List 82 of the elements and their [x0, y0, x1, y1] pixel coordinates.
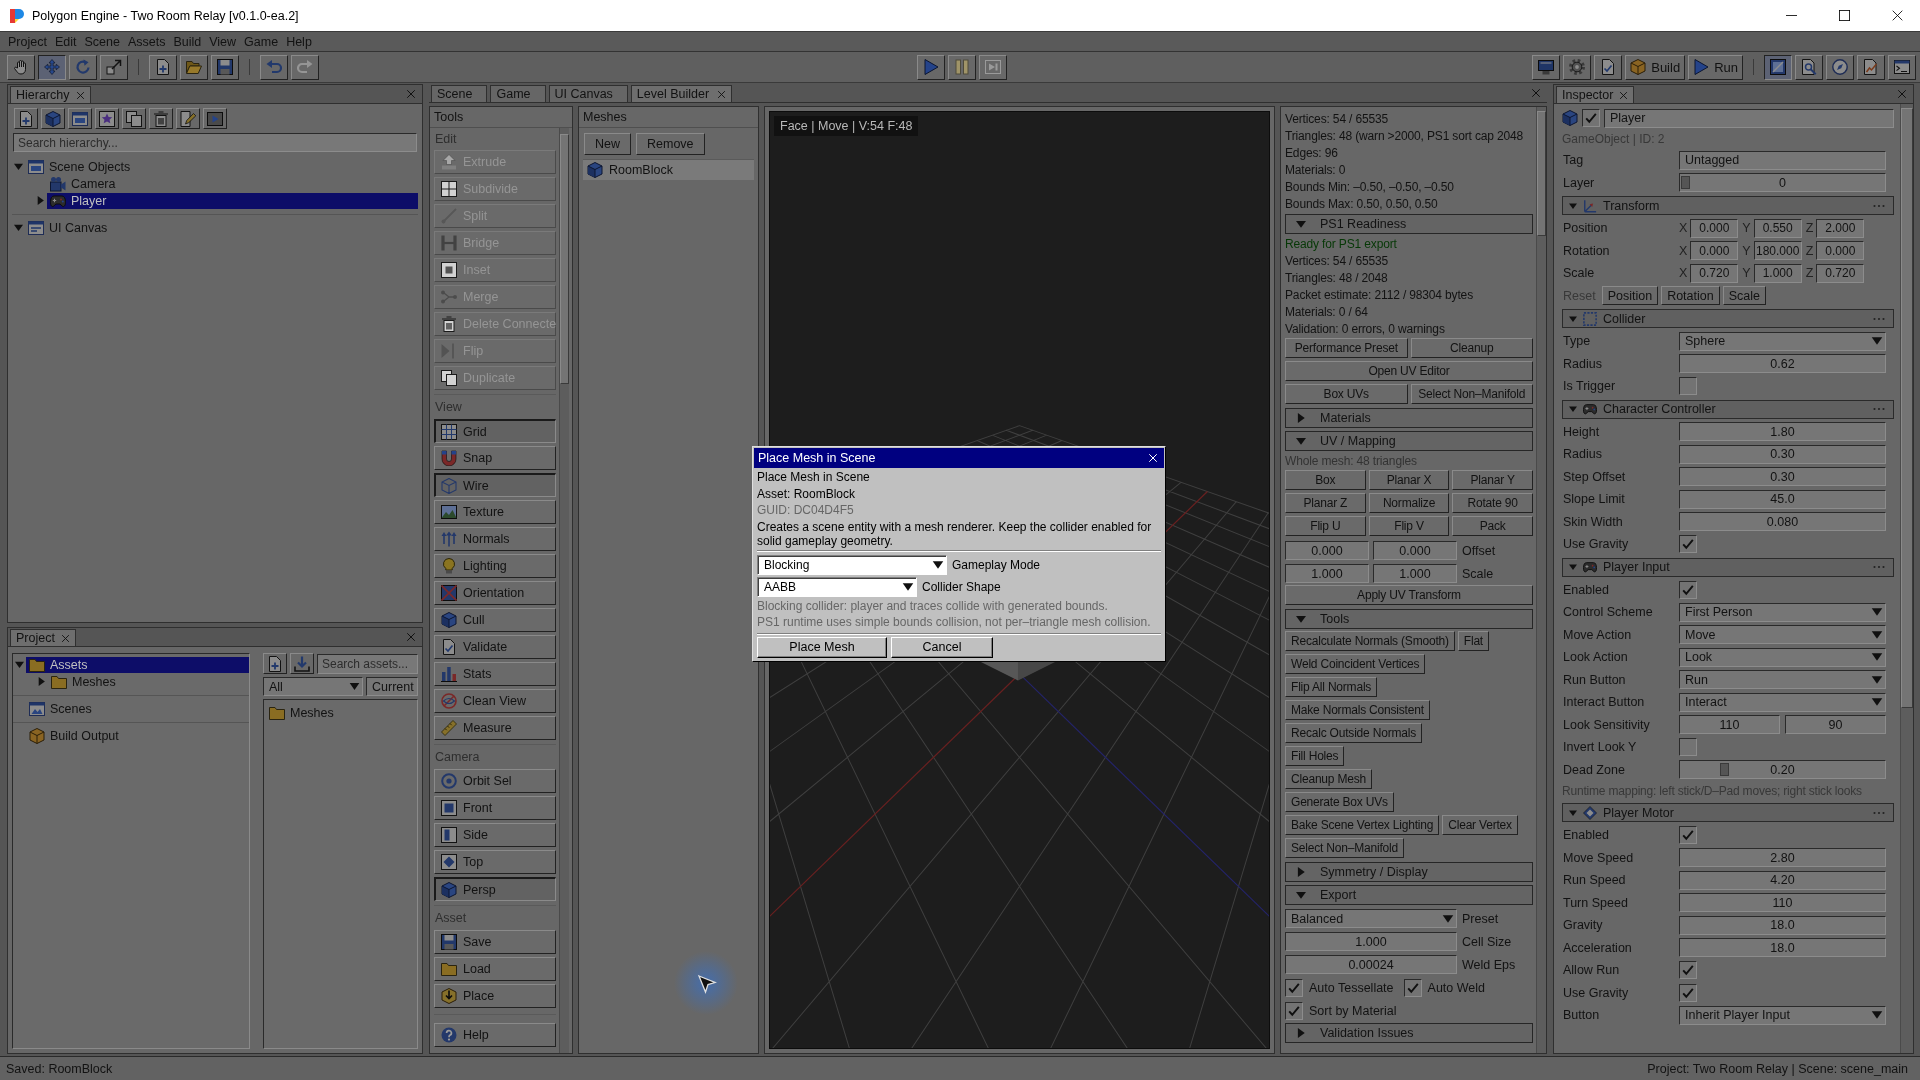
- section-label: Camera: [435, 750, 480, 764]
- stat-text: Bounds Max: 0.50, 0.50, 0.50: [1285, 196, 1439, 213]
- property-label: Step Offset: [1562, 469, 1627, 484]
- property-label: Allow Run: [1562, 963, 1621, 978]
- property-label: Height: [1562, 424, 1601, 439]
- description-text: Creates a scene entity with a mesh renderer. Keep the collider enabled for solid gameplay geometry.: [757, 519, 1153, 548]
- field-label: Cell Size: [1462, 934, 1512, 949]
- property-label: Rotation: [1562, 243, 1611, 258]
- property-label: Dead Zone: [1562, 762, 1626, 777]
- stat-text: Triangles: 48 / 2048: [1285, 270, 1389, 287]
- axis-label: Z: [1805, 266, 1814, 281]
- property-label: Tag: [1562, 153, 1585, 168]
- field-label: Collider Shape: [922, 579, 1001, 594]
- property-label: Type: [1562, 334, 1592, 349]
- property-label: Look Action: [1562, 650, 1629, 665]
- checkbox-label: Auto Tessellate: [1309, 980, 1394, 995]
- property-label: Interact Button: [1562, 695, 1646, 710]
- property-label: Scale: [1562, 266, 1596, 281]
- status-text: Ready for PS1 export: [1285, 236, 1398, 253]
- property-label: Skin Width: [1562, 514, 1624, 529]
- status-text: Project: Two Room Relay | Scene: scene_main: [1647, 1061, 1908, 1076]
- property-label: Use Gravity: [1562, 985, 1630, 1000]
- guid-text: GUID: DC04D4F5: [757, 502, 855, 519]
- stat-text: Materials: 0: [1285, 162, 1347, 179]
- slider-value: 0.20: [1770, 762, 1795, 777]
- property-label: Enabled: [1562, 828, 1610, 843]
- viewport-status: Face | Move | V:54 F:48: [774, 116, 919, 136]
- panel-title: Meshes: [583, 110, 627, 124]
- property-label: Layer: [1562, 175, 1596, 190]
- property-label: Look Sensitivity: [1562, 717, 1651, 732]
- stat-text: Materials: 0 / 64: [1285, 304, 1369, 321]
- axis-label: Y: [1742, 243, 1751, 258]
- property-label: Use Gravity: [1562, 537, 1630, 552]
- stat-text: Edges: 96: [1285, 145, 1339, 162]
- stat-text: Bounds Min: –0.50, –0.50, –0.50: [1285, 179, 1455, 196]
- property-label: Is Trigger: [1562, 379, 1617, 394]
- stat-text: Vertices: 54 / 65535: [1285, 253, 1390, 270]
- slider-value: 0: [1779, 175, 1786, 190]
- axis-label: X: [1679, 221, 1688, 236]
- checkbox-label: Auto Weld: [1427, 980, 1485, 995]
- section-label: View: [435, 400, 462, 414]
- property-label: Radius: [1562, 447, 1603, 462]
- property-label: Move Speed: [1562, 850, 1635, 865]
- dialog-heading: Place Mesh in Scene: [757, 469, 871, 486]
- property-label: Run Speed: [1562, 873, 1627, 888]
- hint-text: Blocking collider: player and traces collide with generated bounds.: [757, 597, 1109, 614]
- hint-text: PS1 runtime uses simple bounds collision, not per–triangle mesh collision.: [757, 614, 1152, 631]
- status-text: Saved: RoomBlock: [6, 1061, 113, 1076]
- asset-name: Asset: RoomBlock: [757, 485, 857, 502]
- property-label: Move Action: [1562, 627, 1633, 642]
- axis-label: X: [1679, 243, 1688, 258]
- property-label: Invert Look Y: [1562, 740, 1638, 755]
- stat-text: Packet estimate: 2112 / 98304 bytes: [1285, 287, 1474, 304]
- field-label: Scale: [1462, 566, 1494, 581]
- axis-label: Y: [1742, 221, 1751, 236]
- property-label: Position: [1562, 221, 1609, 236]
- dialog-title: Place Mesh in Scene: [758, 451, 876, 465]
- stat-text: Vertices: 54 / 65535: [1285, 111, 1390, 128]
- stat-text: Triangles: 48 (warn >2000, PS1 sort cap 2048: [1285, 128, 1525, 145]
- axis-label: Z: [1805, 221, 1814, 236]
- property-label: Slope Limit: [1562, 492, 1626, 507]
- axis-label: Z: [1805, 243, 1814, 258]
- property-label: Acceleration: [1562, 940, 1633, 955]
- property-label: Enabled: [1562, 582, 1610, 597]
- property-label: Run Button: [1562, 672, 1627, 687]
- field-label: Gameplay Mode: [952, 557, 1041, 572]
- axis-label: X: [1679, 266, 1688, 281]
- axis-label: Y: [1742, 266, 1751, 281]
- field-label: Preset: [1462, 911, 1499, 926]
- section-label: Asset: [435, 911, 467, 925]
- section-label: Edit: [435, 132, 457, 146]
- panel-title: Tools: [434, 110, 464, 124]
- field-label: Weld Eps: [1462, 957, 1516, 972]
- property-label: Turn Speed: [1562, 895, 1629, 910]
- property-label: Gravity: [1562, 918, 1604, 933]
- property-label: Button: [1562, 1008, 1601, 1023]
- stat-text: Validation: 0 errors, 0 warnings: [1285, 321, 1446, 338]
- checkbox-label: Sort by Material: [1309, 1003, 1397, 1018]
- field-label: Offset: [1462, 543, 1496, 558]
- property-label: Control Scheme: [1562, 605, 1654, 620]
- property-label: Radius: [1562, 356, 1603, 371]
- window-title: Polygon Engine - Two Room Relay [v0.1.0-ea.2]: [32, 8, 299, 23]
